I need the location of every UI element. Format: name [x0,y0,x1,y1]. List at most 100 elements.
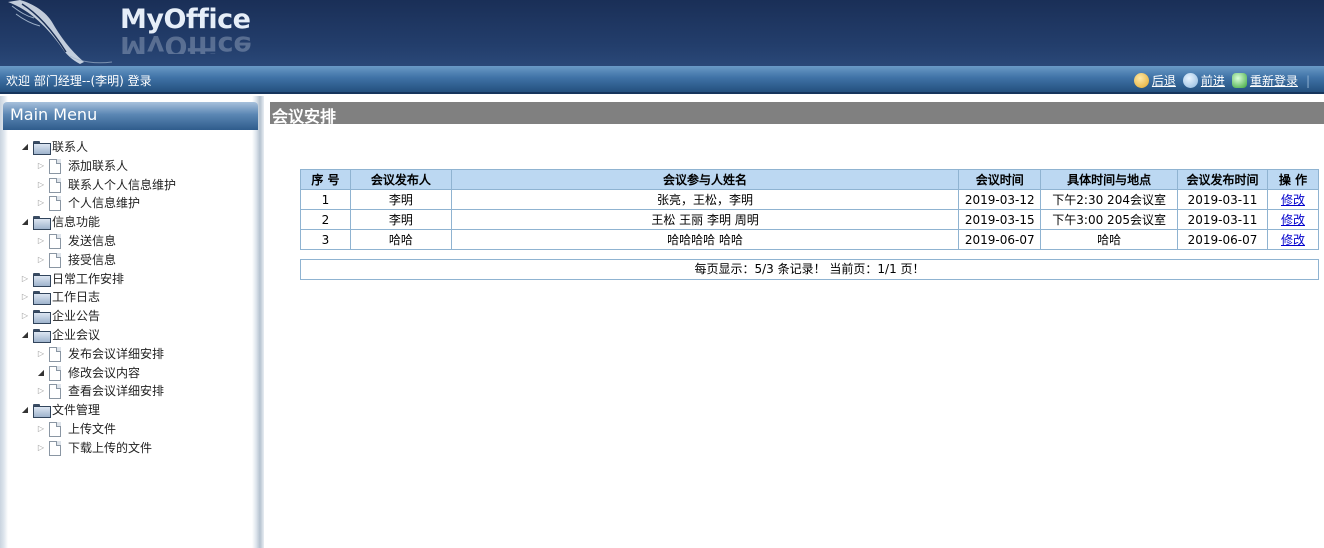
collapsed-arrow-icon[interactable]: ▷ [36,420,46,438]
nav-bar: 欢迎 部门经理--(李明) 登录 后退 前进 重新登录 | [0,66,1324,94]
table-cell: 3 [300,229,351,250]
tree-item-label: 日常工作安排 [52,271,125,286]
tree-leaf-item[interactable]: ▷ 下载上传的文件 [0,439,258,458]
forward-label: 前进 [1200,74,1225,88]
table-cell: 哈哈哈哈 哈哈 [450,229,960,250]
document-icon [49,196,61,212]
table-header-row: 序 号会议发布人 会议参与人姓名 会议时间 具体时间与地点 会议发布时间操 作 [300,169,1320,190]
edit-link[interactable]: 修改 [1281,233,1305,247]
table-cell: 修改 [1266,209,1320,230]
tree-item-label: 查看会议详细安排 [68,384,165,399]
collapsed-arrow-icon[interactable]: ▷ [36,251,46,269]
table-cell: 修改 [1266,189,1320,210]
table-cell: 张亮，王松，李明 [450,189,960,210]
tree-leaf-item[interactable]: ▷ 联系人个人信息维护 [0,176,258,195]
folder-icon [33,141,51,155]
table-cell: 李明 [349,189,452,210]
table-row: 3 哈哈 哈哈哈哈 哈哈 2019-06-07 哈哈 2019-06-07 修改 [300,229,1320,250]
table-cell: 哈哈 [349,229,452,250]
tree-item-label: 发送信息 [68,233,117,248]
expanded-arrow-icon[interactable]: ◢ [20,401,30,419]
tree-item-label: 联系人 [52,140,89,154]
table-cell: 哈哈 [1040,229,1179,250]
relogin-icon [1231,73,1247,88]
tree-item-label: 发布会议详细安排 [68,346,165,361]
tree-item-label: 下载上传的文件 [68,440,153,455]
tree-leaf-item[interactable]: ▷ 添加联系人 [0,157,258,176]
document-icon [49,346,61,362]
collapsed-arrow-icon[interactable]: ▷ [20,307,30,325]
tree-item-label: 企业公告 [52,309,101,324]
document-icon [49,252,61,268]
column-header: 会议参与人姓名 [450,169,960,190]
folder-icon [33,216,51,231]
collapsed-arrow-icon[interactable]: ▷ [36,345,46,363]
folder-icon [33,404,51,419]
tree-leaf-item[interactable]: ◢ 修改会议内容 [0,364,258,383]
page-title-bar: 会议安排 [270,102,1324,126]
expanded-arrow-icon[interactable]: ◢ [36,364,46,382]
expanded-arrow-icon[interactable]: ◢ [20,213,30,231]
table-cell: 2019-03-11 [1177,189,1268,210]
top-banner: MyOffice MyOffice [0,0,1324,66]
expanded-arrow-icon[interactable]: ◢ [20,138,30,156]
collapsed-arrow-icon[interactable]: ▷ [20,288,30,306]
tree-folder-item[interactable]: ◢ 信息功能 [0,213,258,232]
app-logo-text: MyOffice [120,4,251,35]
collapsed-arrow-icon[interactable]: ▷ [36,382,46,400]
collapsed-arrow-icon[interactable]: ▷ [20,270,30,288]
table-cell: 2 [300,209,351,230]
tree-folder-item[interactable]: ▷ 企业公告 [0,307,258,326]
document-icon [49,177,61,193]
collapsed-arrow-icon[interactable]: ▷ [36,439,46,457]
main-menu-header: Main Menu [3,102,258,130]
table-cell: 2019-06-07 [1177,229,1268,250]
collapsed-arrow-icon[interactable]: ▷ [36,232,46,250]
tree-leaf-item[interactable]: ▷ 上传文件 [0,420,258,439]
nav-links: 后退 前进 重新登录 | [1131,72,1310,89]
document-icon [49,233,61,249]
back-link[interactable]: 后退 [1133,72,1176,89]
relogin-link[interactable]: 重新登录 [1231,72,1298,89]
tree-folder-item[interactable]: ◢ 文件管理 [0,401,258,420]
tree-item-label: 个人信息维护 [68,196,141,211]
edit-link[interactable]: 修改 [1281,213,1305,227]
back-arrow-icon [1133,73,1149,88]
tree-folder-item[interactable]: ▷ 日常工作安排 [0,270,258,289]
tree-folder-item[interactable]: ◢ 企业会议 [0,326,258,345]
table-cell: 下午2:30 204会议室 [1040,189,1179,210]
tree-item-label: 联系人个人信息维护 [68,177,177,192]
collapsed-arrow-icon[interactable]: ▷ [36,194,46,212]
table-row: 2 李明 王松 王丽 李明 周明 2019-03-15 下午3:00 205会议室 201… [300,209,1320,230]
document-icon [49,158,61,174]
table-cell: 1 [300,189,351,210]
tree-leaf-item[interactable]: ▷ 接受信息 [0,251,258,270]
app-logo-reflection: MyOffice [120,36,252,54]
tree-item-label: 添加联系人 [68,158,129,173]
tree-leaf-item[interactable]: ▷ 查看会议详细安排 [0,382,258,401]
tree-item-label: 上传文件 [68,421,117,436]
page-title: 会议安排 [272,107,337,126]
tree-item-label: 接受信息 [68,252,117,267]
tree-leaf-item[interactable]: ▷ 发送信息 [0,232,258,251]
table-cell: 修改 [1266,229,1320,250]
main-menu-title: Main Menu [10,105,98,124]
tree-folder-item[interactable]: ◢ 联系人 [0,138,258,157]
column-header: 操 作 [1266,169,1320,190]
collapsed-arrow-icon[interactable]: ▷ [36,157,46,175]
table-cell: 2019-03-15 [958,209,1042,230]
expanded-arrow-icon[interactable]: ◢ [20,326,30,344]
edit-link[interactable]: 修改 [1281,193,1305,207]
collapsed-arrow-icon[interactable]: ▷ [36,176,46,194]
document-icon [49,384,61,400]
column-header: 会议时间 [958,169,1042,190]
document-icon [49,421,61,437]
sidebar: Main Menu ◢ 联系人 ▷ 添加联系人 ▷ 联系人个人信息维护 ▷ 个人信息维护 ◢ 信息… [0,96,264,548]
folder-icon [33,310,51,325]
forward-link[interactable]: 前进 [1182,72,1225,89]
quill-logo-icon [8,0,113,64]
tree-leaf-item[interactable]: ▷ 个人信息维护 [0,194,258,213]
tree-leaf-item[interactable]: ▷ 发布会议详细安排 [0,345,258,364]
back-label: 后退 [1151,74,1176,88]
tree-folder-item[interactable]: ▷ 工作日志 [0,288,258,307]
